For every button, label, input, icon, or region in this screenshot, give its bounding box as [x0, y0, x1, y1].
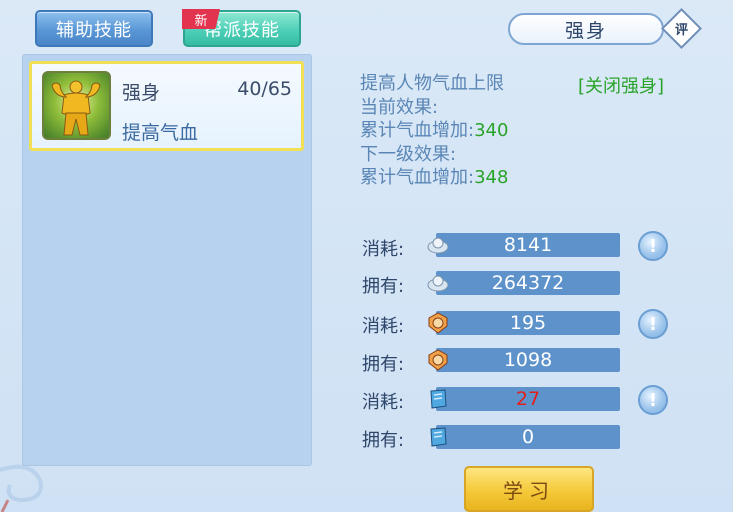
next-effect-value: 348: [474, 167, 509, 188]
muscle-figure-icon: [42, 71, 111, 140]
skill-level: 40/65: [237, 78, 292, 100]
skill-screen: 辅助技能 帮派技能 新 强身 40/65 提高气血 强身 评 提高人物气血上限 …: [0, 0, 733, 512]
contribution-cost-info-button[interactable]: !: [638, 309, 668, 339]
silver-ingot-icon: [425, 232, 451, 258]
cost-book-label: 消耗:: [362, 392, 405, 413]
contribution-badge-icon: [425, 310, 451, 336]
cost-book-value: 27: [436, 387, 620, 411]
own-contribution-value: 1098: [436, 348, 620, 372]
own-contribution-label: 拥有:: [362, 354, 405, 375]
current-effect-label: 累计气血增加:: [360, 120, 475, 141]
next-effect-heading: 下一级效果:: [360, 144, 457, 165]
cost-contribution-label: 消耗:: [362, 316, 405, 337]
current-effect-value: 340: [474, 120, 509, 141]
own-book-value: 0: [436, 425, 620, 449]
contribution-badge-icon: [425, 347, 451, 373]
study-button[interactable]: 学习: [464, 466, 594, 512]
skill-book-icon: [425, 424, 451, 450]
next-effect-line: 累计气血增加:348: [360, 166, 508, 189]
skill-description: 提高气血: [122, 122, 199, 144]
tab-auxiliary-skills[interactable]: 辅助技能: [35, 10, 153, 47]
silver-cost-info-button[interactable]: !: [638, 231, 668, 261]
current-effect-line: 累计气血增加:340: [360, 119, 508, 142]
silver-ingot-icon: [425, 270, 451, 296]
skill-list-item[interactable]: 强身 40/65 提高气血: [29, 61, 304, 151]
skill-title-plaque: 强身: [508, 13, 664, 45]
cost-contribution-value: 195: [436, 311, 620, 335]
own-silver-value: 264372: [436, 271, 620, 295]
skill-name: 强身: [122, 82, 161, 104]
book-cost-info-button[interactable]: !: [638, 385, 668, 415]
current-effect-heading: 当前效果:: [360, 97, 439, 118]
next-effect-label: 累计气血增加:: [360, 167, 475, 188]
cost-silver-label: 消耗:: [362, 239, 405, 260]
skill-book-icon: [425, 386, 451, 412]
close-skill-link[interactable]: [关闭强身]: [578, 72, 664, 98]
cloud-swirl-decoration: [0, 464, 43, 512]
own-silver-label: 拥有:: [362, 276, 405, 297]
rate-button[interactable]: 评: [667, 14, 696, 43]
new-badge: 新: [182, 9, 220, 29]
own-book-label: 拥有:: [362, 430, 405, 451]
skill-effect-description: 提高人物气血上限: [360, 73, 504, 94]
cost-silver-value: 8141: [436, 233, 620, 257]
